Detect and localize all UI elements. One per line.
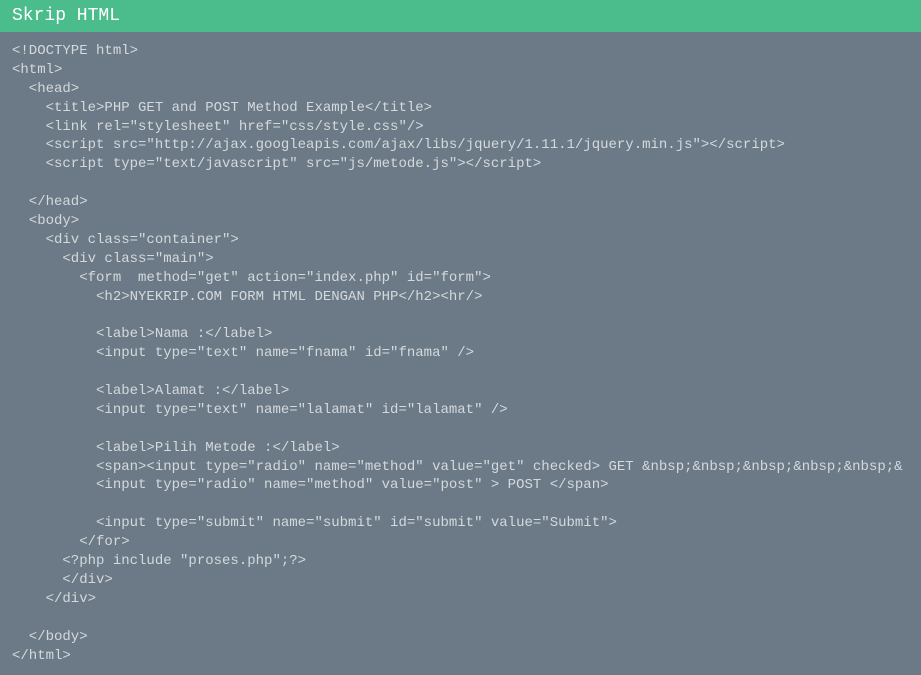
panel-header: Skrip HTML: [0, 0, 921, 32]
code-content: <!DOCTYPE html> <html> <head> <title>PHP…: [12, 43, 903, 664]
code-block: <!DOCTYPE html> <html> <head> <title>PHP…: [0, 32, 921, 675]
panel-title: Skrip HTML: [12, 6, 120, 26]
